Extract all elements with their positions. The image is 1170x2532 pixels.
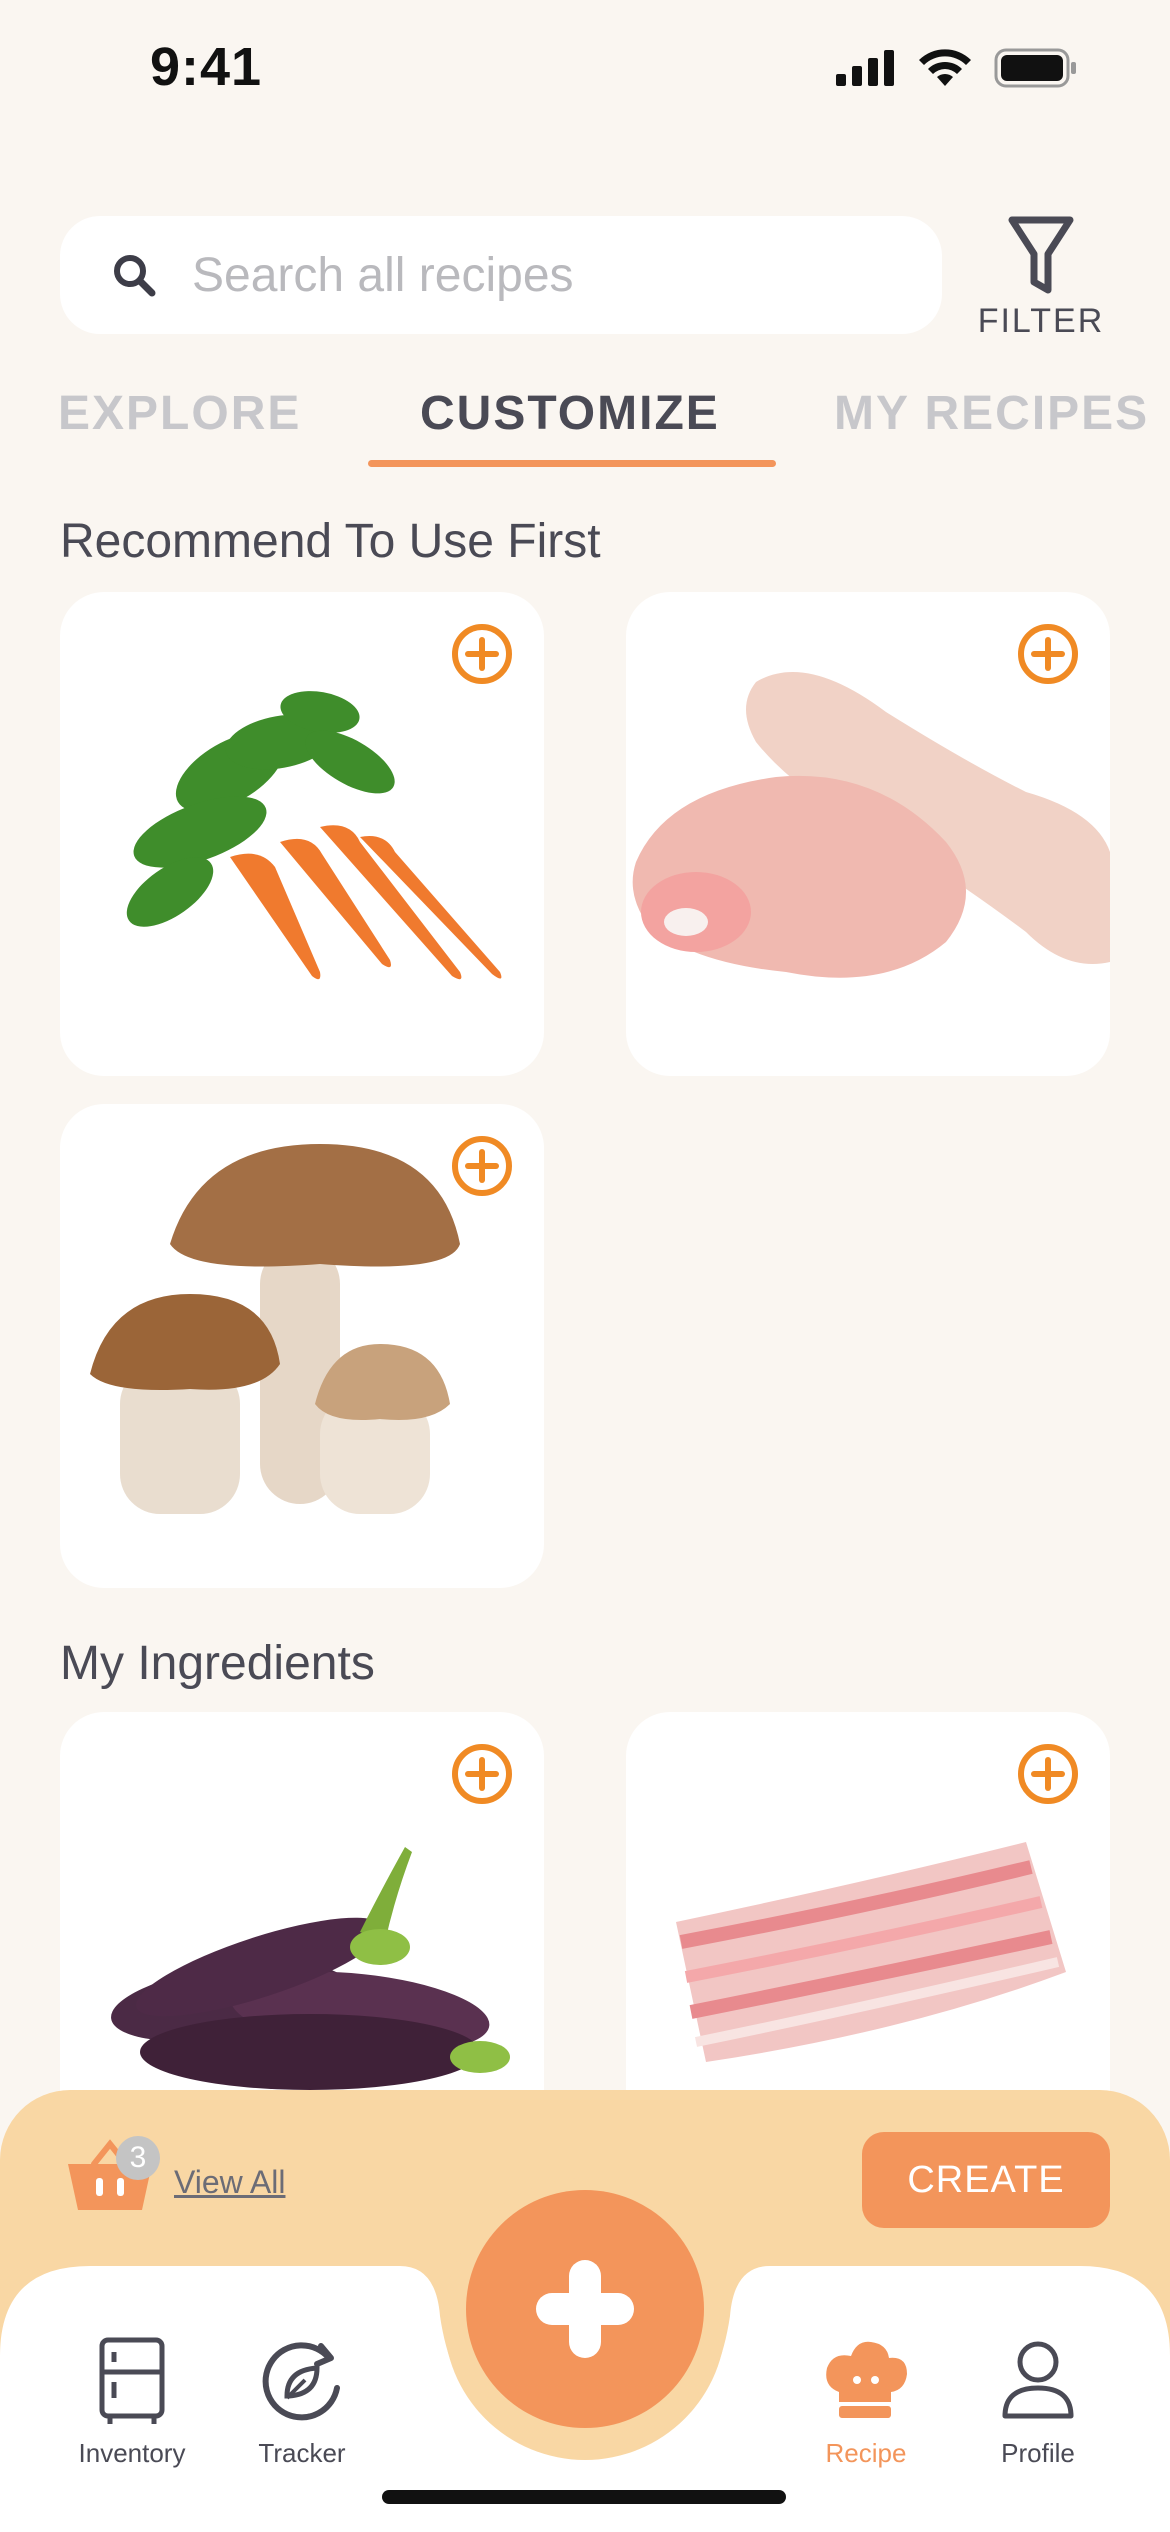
filter-label: FILTER bbox=[977, 302, 1105, 340]
add-circle-icon[interactable] bbox=[1016, 622, 1080, 686]
leaf-refresh-icon bbox=[262, 2342, 340, 2421]
nav-item-profile[interactable]: Profile bbox=[948, 2330, 1128, 2480]
tab-customize[interactable]: CUSTOMIZE bbox=[420, 386, 720, 441]
create-button[interactable]: CREATE bbox=[862, 2132, 1110, 2228]
section-title-recommend: Recommend To Use First bbox=[60, 515, 601, 568]
filter-button[interactable]: FILTER bbox=[976, 212, 1106, 342]
battery-icon bbox=[994, 48, 1076, 88]
ingredient-card-mushroom[interactable] bbox=[60, 1104, 544, 1588]
home-indicator bbox=[382, 2490, 786, 2504]
ingredient-card-carrot[interactable] bbox=[60, 592, 544, 1076]
tab-my-recipes[interactable]: MY RECIPES bbox=[834, 386, 1149, 441]
plus-icon bbox=[536, 2260, 634, 2358]
add-circle-icon[interactable] bbox=[450, 1134, 514, 1198]
add-circle-icon[interactable] bbox=[450, 622, 514, 686]
add-circle-icon[interactable] bbox=[1016, 1742, 1080, 1806]
nav-item-inventory[interactable]: Inventory bbox=[42, 2330, 222, 2480]
wifi-icon bbox=[919, 49, 971, 86]
nav-label-profile: Profile bbox=[1001, 2438, 1075, 2468]
signal-icon bbox=[836, 50, 894, 86]
status-bar: 9:41 bbox=[0, 0, 1170, 140]
nav-label-inventory: Inventory bbox=[78, 2438, 186, 2468]
search-input[interactable] bbox=[192, 247, 892, 303]
tab-explore[interactable]: EXPLORE bbox=[58, 386, 301, 441]
person-icon bbox=[1002, 2341, 1074, 2419]
nav-label-tracker: Tracker bbox=[258, 2438, 346, 2468]
nav-item-tracker[interactable]: Tracker bbox=[212, 2330, 392, 2480]
filter-icon bbox=[1008, 216, 1074, 294]
add-fab-button[interactable] bbox=[466, 2190, 704, 2428]
cart-count-badge: 3 bbox=[116, 2136, 160, 2180]
tab-bar: EXPLORE CUSTOMIZE MY RECIPES bbox=[0, 386, 1170, 470]
active-tab-indicator bbox=[368, 460, 776, 467]
fridge-icon bbox=[99, 2337, 165, 2424]
search-icon bbox=[114, 255, 156, 297]
status-time: 9:41 bbox=[150, 37, 263, 97]
view-all-link[interactable]: View All bbox=[174, 2164, 285, 2201]
nav-label-recipe: Recipe bbox=[825, 2438, 907, 2468]
status-icons bbox=[836, 48, 1078, 88]
ingredient-card-chicken[interactable] bbox=[626, 592, 1110, 1076]
nav-item-recipe[interactable]: Recipe bbox=[776, 2330, 956, 2480]
section-title-my-ingredients: My Ingredients bbox=[60, 1637, 375, 1690]
chef-hat-icon bbox=[826, 2341, 907, 2418]
add-circle-icon[interactable] bbox=[450, 1742, 514, 1806]
search-bar[interactable] bbox=[60, 216, 942, 334]
